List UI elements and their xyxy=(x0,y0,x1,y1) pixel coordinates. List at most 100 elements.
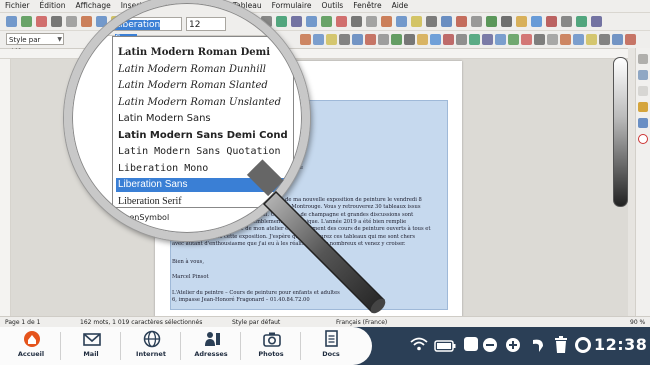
toolbar-button-icon[interactable] xyxy=(351,16,362,27)
taskbar-app-docs[interactable]: Docs xyxy=(302,328,360,364)
format-button-icon[interactable] xyxy=(339,34,350,45)
toolbar-button-icon[interactable] xyxy=(456,16,467,27)
screen-icon[interactable] xyxy=(464,337,478,351)
toolbar-button-icon[interactable] xyxy=(321,16,332,27)
toolbar-button-icon[interactable] xyxy=(36,16,47,27)
globe-icon xyxy=(143,330,161,348)
toolbar-button-icon[interactable] xyxy=(6,16,17,27)
taskbar-app-accueil[interactable]: Accueil xyxy=(2,328,60,364)
toolbar-button-icon[interactable] xyxy=(471,16,482,27)
taskbar-app-internet[interactable]: Internet xyxy=(122,328,180,364)
toolbar-button-icon[interactable] xyxy=(591,16,602,27)
font-list-item[interactable]: Latin Modern Roman Dunhill xyxy=(116,63,288,77)
format-button-icon[interactable] xyxy=(404,34,415,45)
zoom-out-icon[interactable] xyxy=(482,337,498,357)
format-button-icon[interactable] xyxy=(534,34,545,45)
format-button-icon[interactable] xyxy=(443,34,454,45)
paragraph-style-select[interactable]: Style par défaut ▼ xyxy=(6,33,64,56)
taskbar-app-mail[interactable]: Mail xyxy=(62,328,120,364)
contacts-icon xyxy=(203,330,220,348)
format-button-icon[interactable] xyxy=(313,34,324,45)
manage-changes-icon[interactable] xyxy=(638,134,648,144)
zoom-in-icon[interactable] xyxy=(505,337,521,357)
toolbar-button-icon[interactable] xyxy=(366,16,377,27)
toolbar-button-icon[interactable] xyxy=(336,16,347,27)
font-list-item[interactable]: Latin Modern Sans xyxy=(116,112,288,126)
font-list-item[interactable]: Latin Modern Roman Demi xyxy=(116,46,288,60)
menu-10[interactable]: Aide xyxy=(387,0,414,12)
font-list-item[interactable]: Latin Modern Roman Slanted xyxy=(116,79,288,93)
home-icon xyxy=(23,330,40,348)
toolbar-button-icon[interactable] xyxy=(381,16,392,27)
menu-8[interactable]: Outils xyxy=(317,0,349,12)
menu-1[interactable]: Édition xyxy=(35,0,71,12)
format-button-icon[interactable] xyxy=(547,34,558,45)
documents-icon xyxy=(323,330,339,348)
format-button-icon[interactable] xyxy=(482,34,493,45)
toolbar-button-icon[interactable] xyxy=(501,16,512,27)
format-button-icon[interactable] xyxy=(326,34,337,45)
toolbar-button-icon[interactable] xyxy=(486,16,497,27)
format-button-icon[interactable] xyxy=(391,34,402,45)
vertical-scrollbar[interactable] xyxy=(628,48,635,316)
gallery-icon[interactable] xyxy=(638,86,648,96)
format-button-icon[interactable] xyxy=(417,34,428,45)
toolbar-button-icon[interactable] xyxy=(576,16,587,27)
toolbar-button-icon[interactable] xyxy=(51,16,62,27)
wifi-icon[interactable] xyxy=(410,336,428,356)
taskbar-separator xyxy=(240,332,241,360)
navigator-icon[interactable] xyxy=(638,102,648,112)
toolbar-button-icon[interactable] xyxy=(306,16,317,27)
toolbar-button-icon[interactable] xyxy=(396,16,407,27)
format-button-icon[interactable] xyxy=(573,34,584,45)
format-button-icon[interactable] xyxy=(599,34,610,45)
trash-icon[interactable] xyxy=(554,336,568,356)
zoom-slider-handle[interactable] xyxy=(613,57,628,207)
toolbar-button-icon[interactable] xyxy=(546,16,557,27)
battery-icon[interactable] xyxy=(434,340,456,360)
format-button-icon[interactable] xyxy=(469,34,480,45)
toolbar-button-icon[interactable] xyxy=(441,16,452,27)
taskbar-app-photos[interactable]: Photos xyxy=(242,328,300,364)
toolbar-button-icon[interactable] xyxy=(531,16,542,27)
clock: 12:38 xyxy=(594,335,648,354)
format-button-icon[interactable] xyxy=(625,34,636,45)
format-button-icon[interactable] xyxy=(352,34,363,45)
help-lifebuoy-icon[interactable] xyxy=(575,337,591,357)
format-button-icon[interactable] xyxy=(586,34,597,45)
taskbar-app-label: Photos xyxy=(258,350,284,358)
format-button-icon[interactable] xyxy=(378,34,389,45)
format-button-icon[interactable] xyxy=(508,34,519,45)
taskbar-separator xyxy=(180,332,181,360)
toolbar-button-icon[interactable] xyxy=(411,16,422,27)
properties-icon[interactable] xyxy=(638,54,648,64)
mail-icon xyxy=(83,330,101,348)
vertical-ruler[interactable] xyxy=(0,59,11,316)
menu-0[interactable]: Fichier xyxy=(0,0,35,12)
page-icon[interactable] xyxy=(638,118,648,128)
format-button-icon[interactable] xyxy=(430,34,441,45)
taskbar-app-label: Docs xyxy=(322,350,340,358)
format-button-icon[interactable] xyxy=(560,34,571,45)
toolbar-button-icon[interactable] xyxy=(426,16,437,27)
magnified-font-combo[interactable]: Liberation Sans xyxy=(112,17,182,44)
format-button-icon[interactable] xyxy=(495,34,506,45)
font-list-item[interactable]: Latin Modern Roman Unslanted xyxy=(116,96,288,110)
magnified-size-combo[interactable]: 12 xyxy=(186,17,226,31)
taskbar-app-label: Mail xyxy=(83,350,99,358)
menu-9[interactable]: Fenêtre xyxy=(348,0,386,12)
styles-icon[interactable] xyxy=(638,70,648,80)
format-button-icon[interactable] xyxy=(456,34,467,45)
taskbar-app-label: Adresses xyxy=(194,350,228,358)
undo-icon[interactable] xyxy=(530,336,546,356)
format-button-icon[interactable] xyxy=(521,34,532,45)
toolbar-button-icon[interactable] xyxy=(561,16,572,27)
font-list-item[interactable]: Latin Modern Sans Demi Cond xyxy=(116,129,288,143)
taskbar-app-adresses[interactable]: Adresses xyxy=(182,328,240,364)
format-button-icon[interactable] xyxy=(612,34,623,45)
chevron-down-icon[interactable]: ▼ xyxy=(57,34,62,46)
taskbar-separator xyxy=(120,332,121,360)
toolbar-button-icon[interactable] xyxy=(21,16,32,27)
format-button-icon[interactable] xyxy=(365,34,376,45)
toolbar-button-icon[interactable] xyxy=(516,16,527,27)
